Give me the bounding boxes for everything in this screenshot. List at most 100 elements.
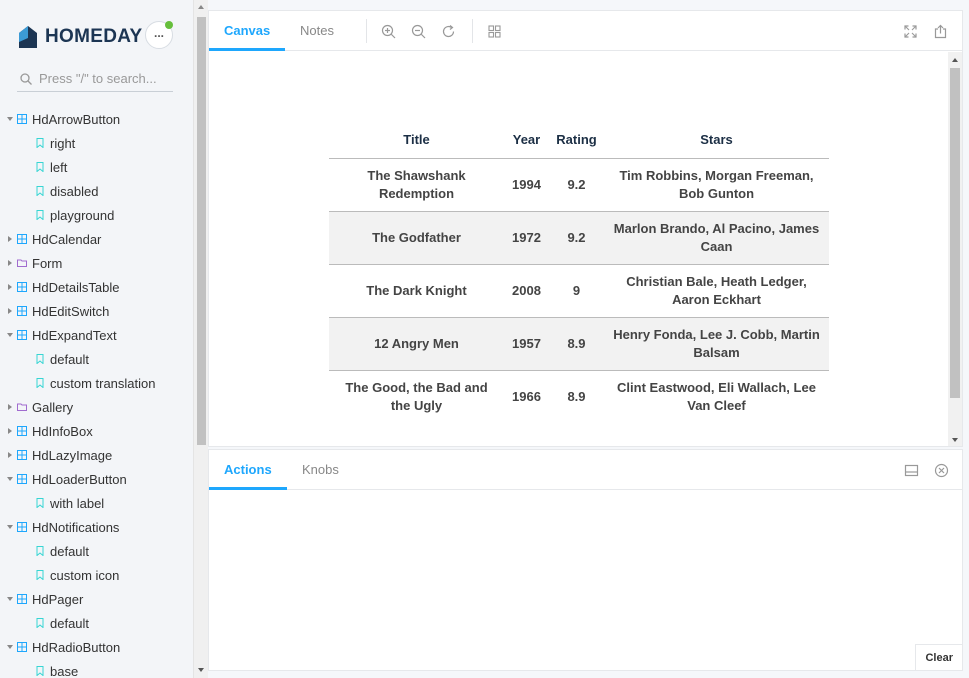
sidebar-item[interactable]: default — [0, 539, 193, 563]
chevron-down-icon — [5, 114, 15, 124]
tab-knobs[interactable]: Knobs — [287, 450, 354, 490]
chevron-right-icon — [5, 282, 15, 292]
column-header-stars: Stars — [604, 122, 829, 159]
sidebar-item[interactable]: Gallery — [0, 395, 193, 419]
sidebar-item[interactable]: base — [0, 659, 193, 678]
sidebar-item[interactable]: HdDetailsTable — [0, 275, 193, 299]
bookmark-icon — [36, 186, 44, 196]
sidebar-item[interactable]: default — [0, 347, 193, 371]
sidebar-item-label: default — [50, 615, 90, 631]
column-header-title: Title — [329, 122, 504, 159]
bookmark-icon — [36, 210, 44, 220]
column-header-year: Year — [504, 122, 549, 159]
tab-notes[interactable]: Notes — [285, 11, 349, 51]
sidebar-item-label: HdLazyImage — [32, 447, 113, 463]
sidebar-scrollbar[interactable] — [193, 0, 208, 678]
sidebar-item-label: with label — [50, 495, 105, 511]
folder-icon — [17, 403, 27, 411]
scroll-down-arrow-icon[interactable] — [198, 668, 204, 672]
cell-title: 12 Angry Men — [329, 317, 504, 371]
clear-button[interactable]: Clear — [915, 644, 962, 670]
cell-rating: 9 — [549, 264, 604, 318]
scroll-down-arrow-icon[interactable] — [952, 438, 958, 442]
chevron-right-icon — [5, 402, 15, 412]
table-header-row: Title Year Rating Stars — [329, 122, 829, 159]
sidebar-scroll-thumb[interactable] — [197, 17, 206, 445]
component-icon — [17, 642, 27, 652]
scroll-up-arrow-icon[interactable] — [198, 5, 204, 9]
close-panel-icon[interactable] — [934, 463, 949, 478]
sidebar-item[interactable]: HdLoaderButton — [0, 467, 193, 491]
preview-toolbar: Canvas Notes — [209, 11, 962, 51]
cell-stars: Tim Robbins, Morgan Freeman, Bob Gunton — [604, 158, 829, 212]
component-icon — [17, 282, 27, 292]
addons-panel: Actions Knobs Clear — [208, 449, 963, 671]
bookmark-icon — [36, 666, 44, 676]
sidebar-item-label: custom icon — [50, 567, 120, 583]
table-row: The Dark Knight 2008 9 Christian Bale, Heat… — [329, 264, 829, 318]
sidebar-item[interactable]: HdLazyImage — [0, 443, 193, 467]
menu-button[interactable]: ... — [145, 21, 173, 49]
scroll-up-arrow-icon[interactable] — [952, 58, 958, 62]
fullscreen-icon[interactable] — [903, 24, 918, 39]
sidebar-item-label: HdArrowButton — [32, 111, 121, 127]
sidebar-item[interactable]: HdCalendar — [0, 227, 193, 251]
cell-rating: 9.2 — [549, 158, 604, 212]
bookmark-icon — [36, 498, 44, 508]
cell-stars: Clint Eastwood, Eli Wallach, Lee Van Cle… — [617, 379, 816, 413]
sidebar-item[interactable]: HdInfoBox — [0, 419, 193, 443]
zoom-in-icon[interactable] — [381, 24, 396, 39]
sidebar-item-label: HdNotifications — [32, 519, 120, 535]
cell-rating: 8.9 — [549, 317, 604, 371]
brand-logo[interactable]: HOMEDAY — [17, 24, 142, 50]
sidebar-item[interactable]: with label — [0, 491, 193, 515]
zoom-reset-icon[interactable] — [441, 24, 456, 39]
table-row: The Shawshank Redemption 1994 9.2 Tim Robbi… — [329, 158, 829, 212]
sidebar-item[interactable]: default — [0, 611, 193, 635]
panel-position-icon[interactable] — [904, 463, 919, 478]
canvas-scroll-thumb[interactable] — [950, 68, 960, 398]
sidebar-item[interactable]: HdExpandText — [0, 323, 193, 347]
sidebar-item[interactable]: playground — [0, 203, 193, 227]
sidebar-item[interactable]: HdArrowButton — [0, 107, 193, 131]
sidebar-item-label: HdExpandText — [32, 327, 117, 343]
sidebar-item[interactable]: disabled — [0, 179, 193, 203]
sidebar-item-label: HdPager — [32, 591, 84, 607]
sidebar-item[interactable]: HdRadioButton — [0, 635, 193, 659]
bookmark-icon — [36, 354, 44, 364]
search-icon — [20, 72, 32, 85]
chevron-right-icon — [5, 450, 15, 460]
sidebar-item-label: HdRadioButton — [32, 639, 121, 655]
component-icon — [17, 114, 27, 124]
chevron-down-icon — [5, 594, 15, 604]
chevron-right-icon — [5, 258, 15, 268]
sidebar-item[interactable]: HdEditSwitch — [0, 299, 193, 323]
bookmark-icon — [36, 138, 44, 148]
status-dot — [165, 21, 173, 29]
chevron-down-icon — [5, 522, 15, 532]
sidebar-item[interactable]: right — [0, 131, 193, 155]
chevron-down-icon — [5, 330, 15, 340]
sidebar-item-label: Form — [32, 255, 63, 271]
bookmark-icon — [36, 570, 44, 580]
sidebar-item-label: playground — [50, 207, 115, 223]
sidebar-item[interactable]: custom icon — [0, 563, 193, 587]
sidebar-item[interactable]: custom translation — [0, 371, 193, 395]
sidebar-item[interactable]: Form — [0, 251, 193, 275]
canvas-scrollbar[interactable] — [948, 52, 962, 446]
homeday-logo-icon — [19, 26, 37, 48]
tab-canvas[interactable]: Canvas — [209, 11, 286, 51]
folder-icon — [17, 259, 27, 267]
chevron-down-icon — [5, 642, 15, 652]
sidebar-item-label: left — [50, 159, 68, 175]
sidebar-item[interactable]: left — [0, 155, 193, 179]
grid-icon[interactable] — [487, 24, 502, 39]
sidebar-item[interactable]: HdNotifications — [0, 515, 193, 539]
search-input[interactable] — [39, 71, 169, 86]
sidebar-item[interactable]: HdPager — [0, 587, 193, 611]
tab-actions[interactable]: Actions — [209, 450, 287, 490]
share-icon[interactable] — [933, 24, 948, 39]
chevron-right-icon — [5, 234, 15, 244]
zoom-out-icon[interactable] — [411, 24, 426, 39]
table-row: 12 Angry Men 1957 8.9 Henry Fonda, Lee J. C… — [329, 317, 829, 371]
